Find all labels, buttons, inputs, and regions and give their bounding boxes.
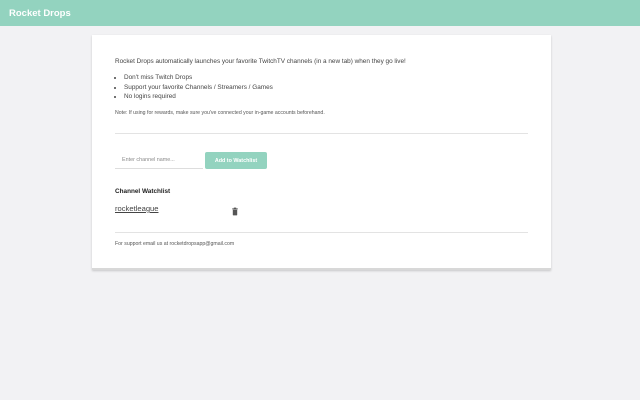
feature-item: No logins required (124, 92, 273, 102)
top-bar: Rocket Drops (0, 0, 640, 26)
divider (115, 232, 528, 233)
feature-item: Support your favorite Channels / Streame… (124, 83, 273, 93)
support-text: For support email us at rocketdropsapp@g… (115, 241, 235, 247)
watchlist-title: Channel Watchlist (115, 188, 171, 195)
intro-text: Rocket Drops automatically launches your… (115, 58, 406, 65)
note-text: Note: If using for rewards, make sure yo… (115, 110, 325, 116)
add-to-watchlist-button[interactable]: Add to Watchlist (205, 152, 267, 169)
app-title: Rocket Drops (9, 7, 71, 19)
feature-list: Don't miss Twitch Drops Support your fav… (124, 73, 273, 102)
divider (115, 133, 528, 134)
watchlist-channel-link[interactable]: rocketleague (115, 204, 158, 213)
trash-icon[interactable] (230, 204, 240, 216)
feature-item: Don't miss Twitch Drops (124, 73, 273, 83)
channel-name-input[interactable] (115, 152, 203, 169)
main-card: Rocket Drops automatically launches your… (92, 35, 551, 270)
